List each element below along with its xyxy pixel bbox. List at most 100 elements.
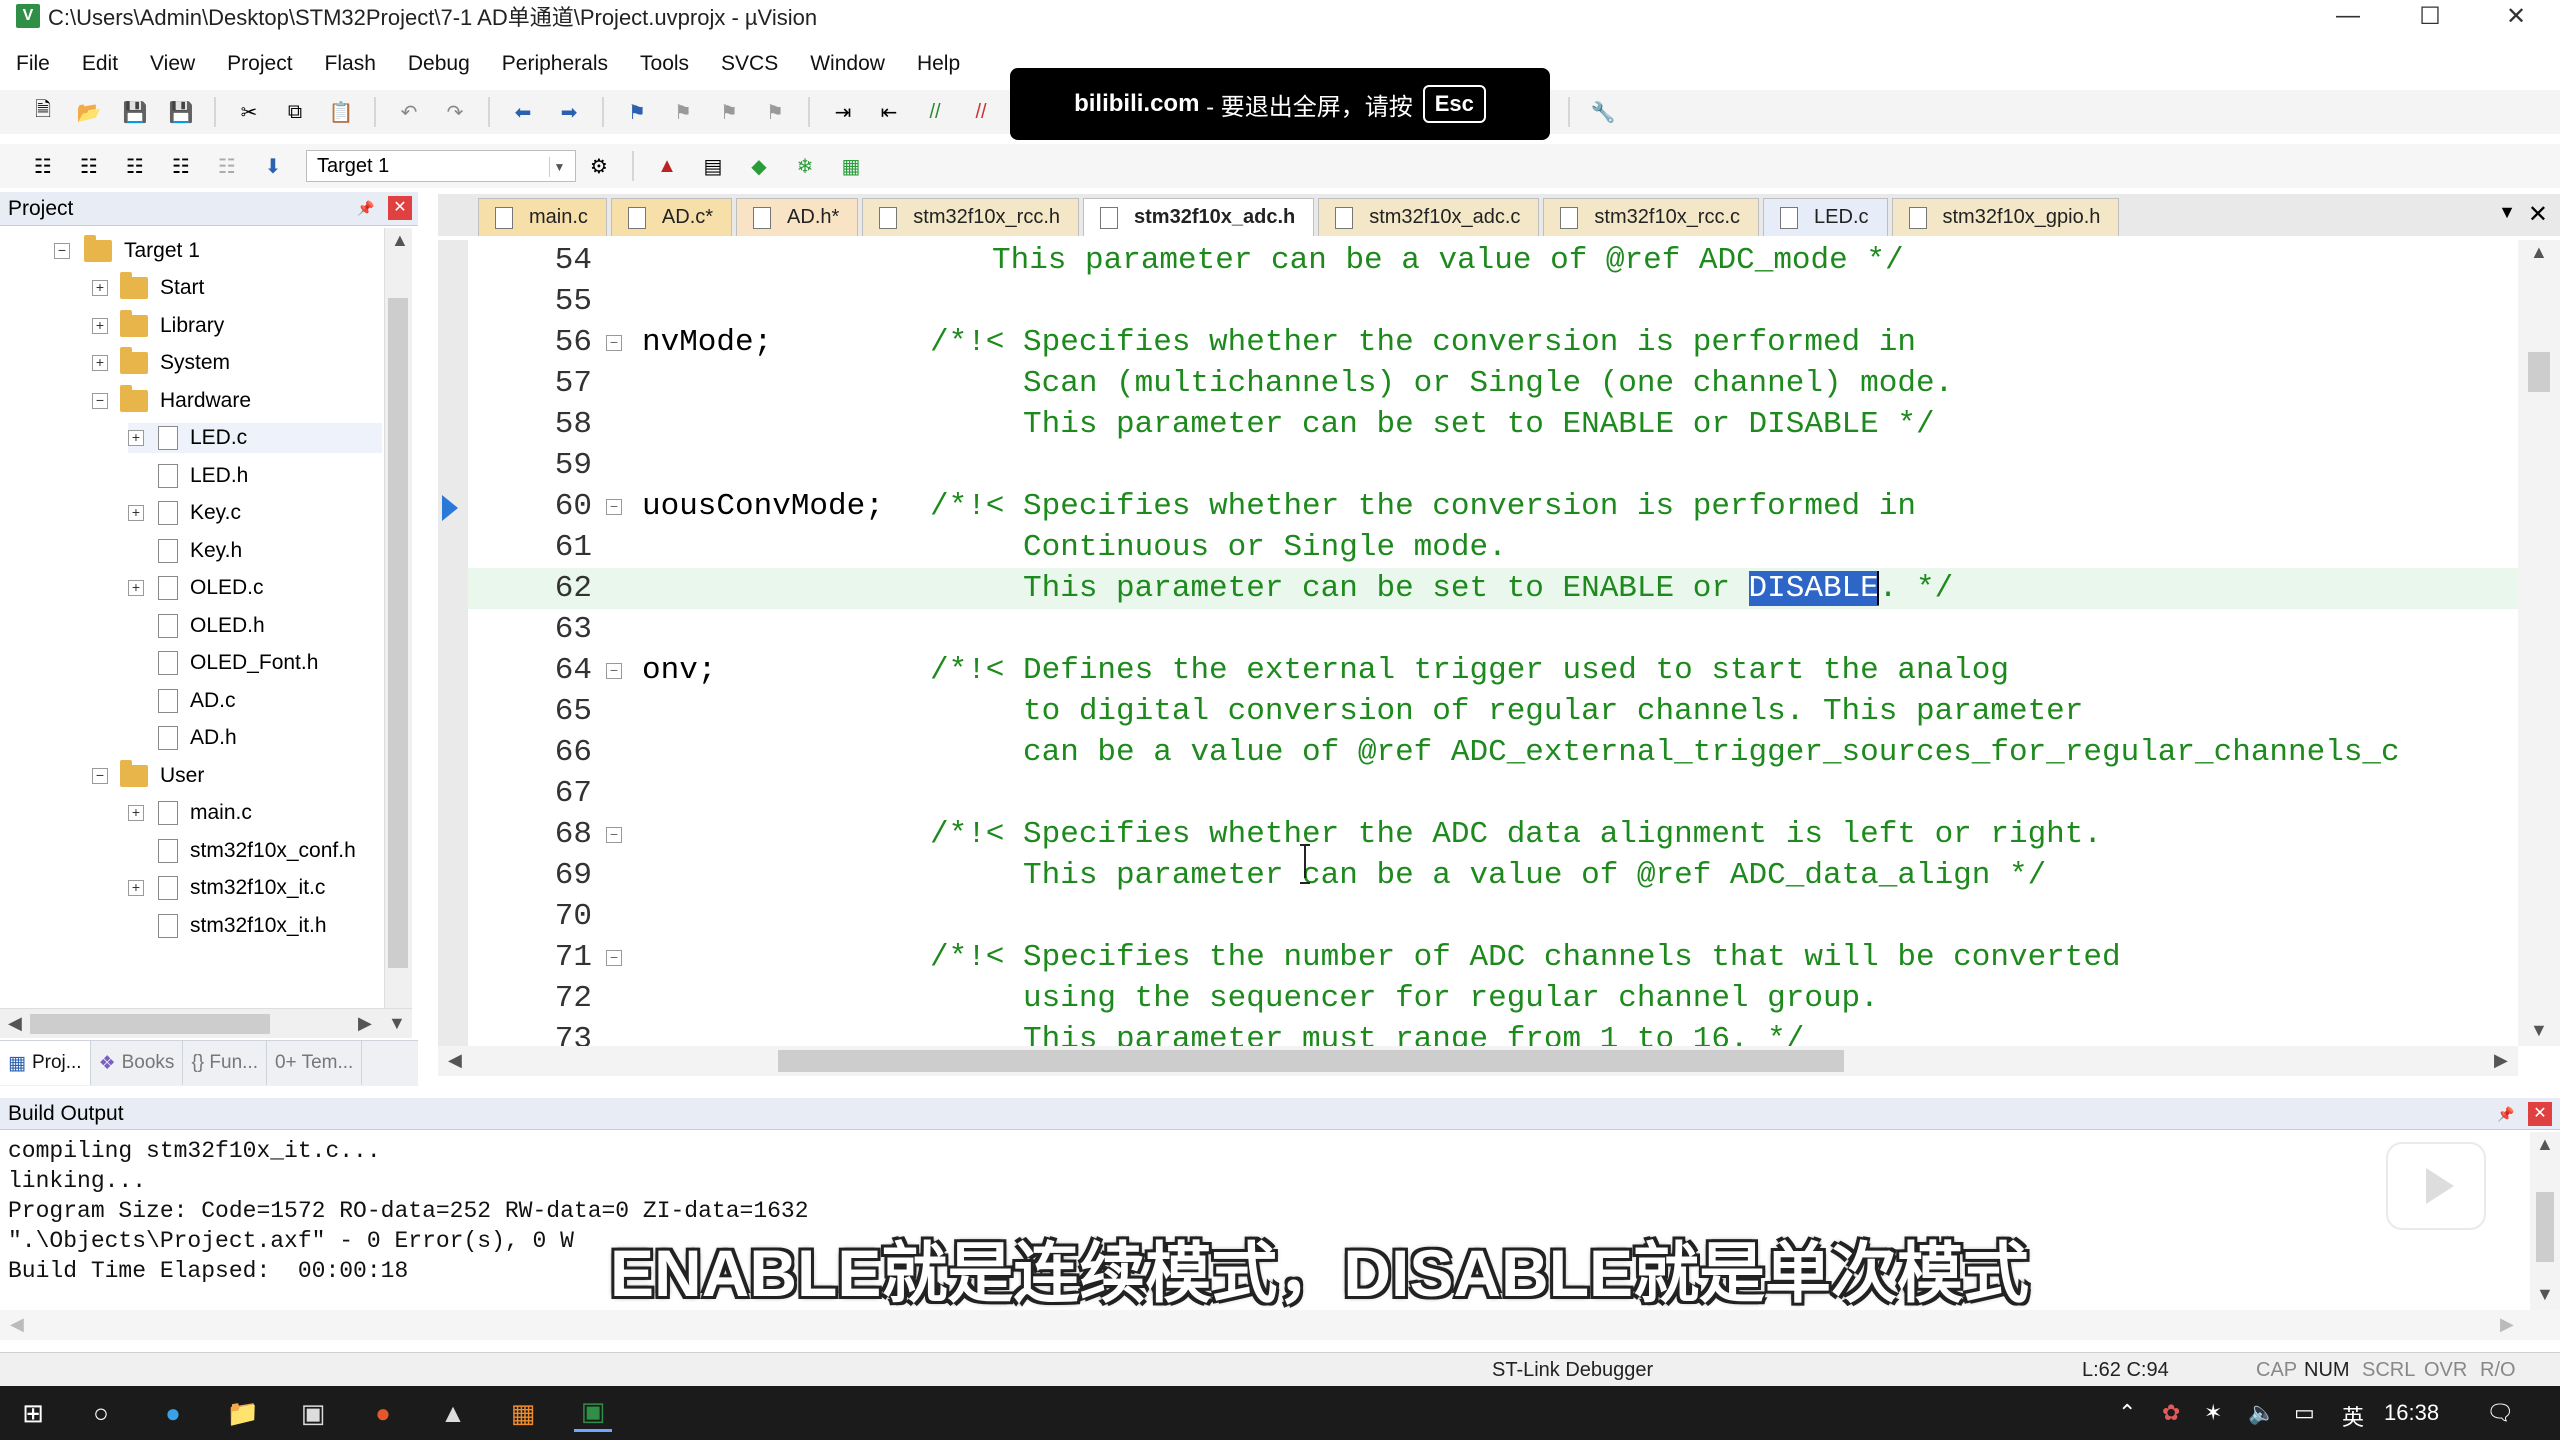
navigate-forward-icon[interactable]: ➡ bbox=[552, 95, 586, 129]
tree-node-hardware[interactable]: − Hardware bbox=[92, 385, 251, 416]
collapse-icon[interactable]: − bbox=[54, 243, 70, 259]
build-output-hscrollbar[interactable]: ◀ ▶ bbox=[0, 1310, 2560, 1340]
clock[interactable]: 16:38 bbox=[2384, 1400, 2439, 1426]
scrollbar-thumb[interactable] bbox=[2528, 352, 2550, 392]
comment-icon[interactable]: // bbox=[918, 95, 952, 129]
expand-icon[interactable]: + bbox=[128, 880, 144, 896]
search-icon[interactable]: ○ bbox=[82, 1394, 120, 1432]
code-editor[interactable]: 54 This parameter can be a value of @ref … bbox=[438, 240, 2518, 1046]
tree-node-start[interactable]: + Start bbox=[92, 272, 204, 303]
menu-project[interactable]: Project bbox=[211, 52, 308, 76]
scroll-up-icon[interactable]: ▲ bbox=[391, 230, 409, 251]
tab-rcc-c[interactable]: stm32f10x_rcc.c bbox=[1543, 198, 1760, 236]
tree-node-led-h[interactable]: LED.h bbox=[158, 461, 248, 491]
tab-led-c[interactable]: LED.c bbox=[1763, 198, 1888, 236]
volume-icon[interactable]: 🔈 bbox=[2248, 1400, 2275, 1426]
maximize-button[interactable]: ☐ bbox=[2402, 0, 2458, 32]
fold-collapse-icon[interactable]: − bbox=[606, 335, 622, 351]
collapse-icon[interactable]: − bbox=[92, 768, 108, 784]
minimize-button[interactable]: — bbox=[2320, 0, 2376, 32]
tab-books[interactable]: ❖ Books bbox=[91, 1041, 184, 1085]
edge-browser-icon[interactable]: ● bbox=[154, 1394, 192, 1432]
project-tree-hscrollbar[interactable]: ◀ ▶ ▼ bbox=[0, 1008, 412, 1038]
menu-flash[interactable]: Flash bbox=[309, 52, 392, 76]
tree-node-key-c[interactable]: + Key.c bbox=[128, 498, 241, 528]
scrollbar-thumb[interactable] bbox=[2536, 1192, 2554, 1262]
save-icon[interactable]: 💾 bbox=[118, 95, 152, 129]
paste-icon[interactable]: 📋 bbox=[324, 95, 358, 129]
pin-icon[interactable]: 📌 bbox=[2494, 1102, 2518, 1126]
expand-icon[interactable]: + bbox=[128, 505, 144, 521]
build-output-scrollbar[interactable]: ▲ ▼ bbox=[2530, 1132, 2560, 1310]
tray-app-icon[interactable]: ✿ bbox=[2162, 1400, 2180, 1426]
tree-node-led-c[interactable]: + LED.c bbox=[128, 423, 382, 453]
powerpoint-icon[interactable]: ● bbox=[364, 1394, 402, 1432]
tree-node-it-c[interactable]: + stm32f10x_it.c bbox=[128, 873, 325, 903]
build-icon[interactable]: ☷ bbox=[72, 149, 106, 183]
close-panel-icon[interactable]: ✕ bbox=[388, 196, 412, 220]
menu-help[interactable]: Help bbox=[901, 52, 976, 76]
unindent-icon[interactable]: ⇤ bbox=[872, 95, 906, 129]
scroll-left-icon[interactable]: ◀ bbox=[8, 1013, 22, 1034]
tree-node-oled-c[interactable]: + OLED.c bbox=[128, 573, 264, 603]
tree-node-system[interactable]: + System bbox=[92, 347, 230, 378]
tree-node-oled-font-h[interactable]: OLED_Font.h bbox=[158, 648, 318, 678]
open-file-icon[interactable]: 📂 bbox=[72, 95, 106, 129]
ime-indicator[interactable]: 英 bbox=[2342, 1400, 2364, 1432]
rebuild-icon[interactable]: ☷ bbox=[118, 149, 152, 183]
stop-build-icon[interactable]: ☷ bbox=[210, 149, 244, 183]
photos-icon[interactable]: ▲ bbox=[434, 1394, 472, 1432]
editor-gutter[interactable] bbox=[438, 240, 468, 1046]
scroll-down-icon[interactable]: ▼ bbox=[388, 1013, 406, 1034]
tab-gpio-h[interactable]: stm32f10x_gpio.h bbox=[1891, 198, 2120, 236]
bookmark-icon[interactable]: ⚑ bbox=[620, 95, 654, 129]
navigate-back-icon[interactable]: ⬅ bbox=[506, 95, 540, 129]
save-all-icon[interactable]: 💾 bbox=[164, 95, 198, 129]
battery-icon[interactable]: ▭ bbox=[2294, 1400, 2315, 1426]
project-tree-scrollbar[interactable]: ▲ bbox=[384, 228, 412, 1008]
editor-vertical-scrollbar[interactable]: ▲ ▼ bbox=[2518, 240, 2560, 1046]
configure-icon[interactable]: 🔧 bbox=[1586, 95, 1620, 129]
tab-project[interactable]: ▦ Proj... bbox=[0, 1041, 91, 1085]
menu-debug[interactable]: Debug bbox=[392, 52, 486, 76]
tree-node-main-c[interactable]: + main.c bbox=[128, 798, 252, 828]
close-window-button[interactable]: ✕ bbox=[2488, 0, 2544, 32]
tree-node-ad-h[interactable]: AD.h bbox=[158, 723, 237, 753]
fold-collapse-icon[interactable]: − bbox=[606, 663, 622, 679]
undo-icon[interactable]: ↶ bbox=[392, 95, 426, 129]
file-extensions-icon[interactable]: ▤ bbox=[696, 149, 730, 183]
tree-node-key-h[interactable]: Key.h bbox=[158, 536, 242, 566]
windows-start-icon[interactable]: ⊞ bbox=[14, 1394, 52, 1432]
menu-svcs[interactable]: SVCS bbox=[705, 52, 794, 76]
tab-main-c[interactable]: main.c bbox=[478, 198, 607, 236]
menu-window[interactable]: Window bbox=[794, 52, 901, 76]
scroll-up-icon[interactable]: ▲ bbox=[2530, 242, 2548, 263]
select-packs-icon[interactable]: ❄ bbox=[788, 149, 822, 183]
tab-ad-c[interactable]: AD.c* bbox=[610, 198, 733, 236]
scroll-left-icon[interactable]: ◀ bbox=[448, 1050, 462, 1071]
scroll-up-icon[interactable]: ▲ bbox=[2536, 1134, 2554, 1155]
tab-adc-c[interactable]: stm32f10x_adc.c bbox=[1318, 198, 1540, 236]
network-icon[interactable]: ✶ bbox=[2204, 1400, 2222, 1426]
redo-icon[interactable]: ↷ bbox=[438, 95, 472, 129]
scrollbar-thumb[interactable] bbox=[778, 1050, 1844, 1072]
pin-icon[interactable]: 📌 bbox=[354, 196, 378, 220]
fold-collapse-icon[interactable]: − bbox=[606, 499, 622, 515]
tab-templates[interactable]: 0+ Tem... bbox=[267, 1041, 363, 1085]
target-select[interactable]: Target 1 ▼ bbox=[306, 150, 576, 182]
next-bookmark-icon[interactable]: ⚑ bbox=[712, 95, 746, 129]
scrollbar-thumb[interactable] bbox=[30, 1014, 270, 1034]
tree-node-target[interactable]: − Target 1 bbox=[54, 235, 200, 266]
tab-ad-h[interactable]: AD.h* bbox=[736, 198, 859, 236]
close-panel-icon[interactable]: ✕ bbox=[2528, 1102, 2552, 1126]
tree-node-ad-c[interactable]: AD.c bbox=[158, 686, 236, 716]
menu-file[interactable]: File bbox=[0, 52, 66, 76]
run-time-environment-icon[interactable]: ▦ bbox=[834, 149, 868, 183]
indent-icon[interactable]: ⇥ bbox=[826, 95, 860, 129]
tree-node-conf-h[interactable]: stm32f10x_conf.h bbox=[158, 836, 356, 866]
expand-icon[interactable]: + bbox=[128, 580, 144, 596]
batch-build-icon[interactable]: ☷ bbox=[164, 149, 198, 183]
prev-bookmark-icon[interactable]: ⚑ bbox=[666, 95, 700, 129]
fold-collapse-icon[interactable]: − bbox=[606, 827, 622, 843]
menu-view[interactable]: View bbox=[134, 52, 211, 76]
